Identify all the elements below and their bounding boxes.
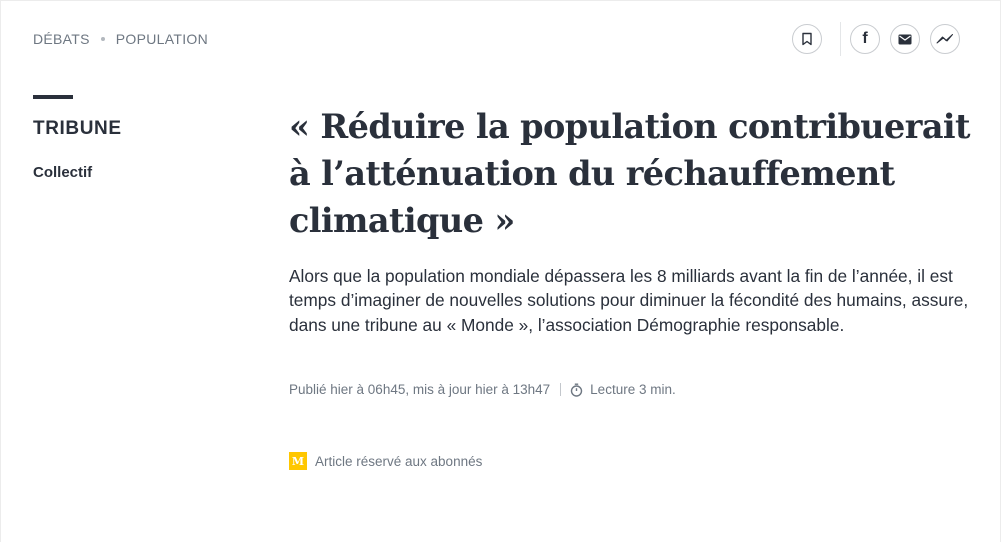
article-title: « Réduire la population contribuerait à … [289,107,971,240]
subscriber-notice-label: Article réservé aux abonnés [315,453,483,469]
breadcrumb: DÉBATS POPULATION [33,31,208,47]
facebook-icon: f [862,30,868,47]
share-divider [840,22,841,56]
messenger-icon [936,33,954,45]
messenger-share-button[interactable] [930,24,960,54]
publish-date: Publié hier à 06h45, mis à jour hier à 1… [289,382,551,397]
article-description: Alors que la population mondiale dépasse… [289,266,969,335]
reading-time: Lecture 3 min. [590,382,676,397]
article-meta: Publié hier à 06h45, mis à jour hier à 1… [289,382,676,397]
meta-separator [560,383,562,396]
subscriber-badge-icon: M [289,452,307,470]
breadcrumb-population-link[interactable]: POPULATION [116,31,208,47]
breadcrumb-debats-link[interactable]: DÉBATS [33,31,90,47]
email-share-button[interactable] [890,24,920,54]
stopwatch-icon [570,383,583,397]
bookmark-button[interactable] [792,24,822,54]
email-icon [898,34,912,45]
subscriber-notice: M Article réservé aux abonnés [289,452,482,470]
bookmark-icon [801,32,813,46]
article-author[interactable]: Collectif [33,164,92,181]
breadcrumb-separator [100,37,105,41]
category-rule [33,95,73,99]
article-category: TRIBUNE [33,118,122,139]
facebook-share-button[interactable]: f [850,24,880,54]
